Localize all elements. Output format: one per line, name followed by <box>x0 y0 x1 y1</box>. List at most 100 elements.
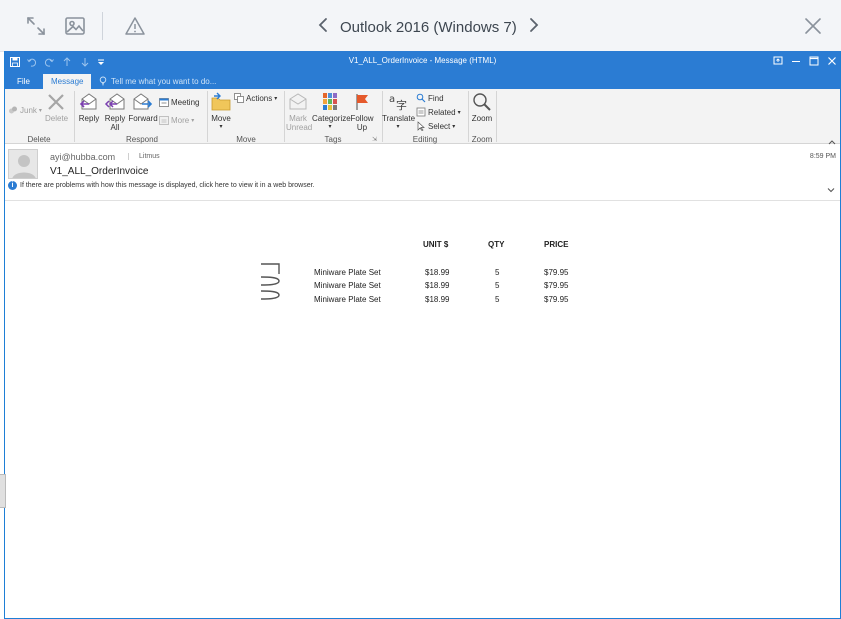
svg-text:a: a <box>389 94 395 105</box>
actions-dropdown-icon: ▾ <box>274 95 278 102</box>
side-panel-handle[interactable] <box>0 474 6 508</box>
related-button[interactable]: Related ▾ <box>416 107 461 117</box>
window-close-icon[interactable] <box>825 54 839 68</box>
client-selector: Outlook 2016 (Windows 7) <box>318 14 539 40</box>
reply-all-button[interactable]: Reply All <box>103 92 127 132</box>
folder-move-icon <box>211 92 231 111</box>
broken-image-icon <box>259 262 283 274</box>
sender-address[interactable]: ayi@hubba.com <box>50 152 115 162</box>
find-label: Find <box>428 93 444 103</box>
actions-button[interactable]: Actions ▾ <box>234 93 277 103</box>
related-dropdown-icon: ▾ <box>457 109 461 116</box>
mark-unread-button[interactable]: Mark Unread <box>286 92 313 132</box>
infobar-view-in-browser[interactable]: i If there are problems with how this me… <box>8 181 315 190</box>
ribbon-display-options-icon[interactable] <box>771 54 785 68</box>
tab-file[interactable]: File <box>9 74 38 89</box>
forward-button[interactable]: Forward <box>128 92 158 123</box>
tell-me-search[interactable]: Tell me what you want to do... <box>99 76 216 86</box>
tags-dialog-launcher-icon[interactable]: ⇲ <box>372 136 377 143</box>
more-dropdown-icon: ▾ <box>191 117 195 124</box>
maximize-icon[interactable] <box>807 54 821 68</box>
outlook-window: V1_ALL_OrderInvoice - Message (HTML) Fil… <box>4 51 841 619</box>
meeting-label: Meeting <box>171 97 200 107</box>
group-label-respond: Respond <box>125 135 159 144</box>
item-qty: 5 <box>495 281 500 290</box>
junk-dropdown-icon: ▾ <box>38 107 42 114</box>
item-unit-price: $18.99 <box>425 268 450 277</box>
reply-all-icon <box>104 93 125 110</box>
header-qty: QTY <box>488 240 505 249</box>
related-label: Related <box>428 107 456 117</box>
toolbar-divider <box>102 12 103 40</box>
reply-all-label-line1: Reply <box>104 114 126 123</box>
categorize-dropdown-icon: ▾ <box>328 124 332 130</box>
item-qty: 5 <box>495 268 500 277</box>
client-title: Outlook 2016 (Windows 7) <box>340 18 517 36</box>
zoom-label: Zoom <box>471 114 493 123</box>
cursor-select-icon <box>417 121 425 131</box>
group-separator <box>74 91 75 142</box>
reply-button[interactable]: Reply <box>77 92 101 123</box>
related-icon <box>416 107 426 117</box>
ribbon-tabs: File Message Tell me what you want to do… <box>5 72 840 89</box>
translate-button[interactable]: a字 Translate ▾ <box>382 92 416 132</box>
meeting-icon <box>159 98 169 107</box>
binoculars-icon <box>416 93 426 103</box>
expand-header-icon[interactable] <box>826 182 836 193</box>
zoom-button[interactable]: Zoom <box>468 92 496 123</box>
ribbon: Junk ▾ Delete Delete Reply Reply All For… <box>5 89 840 145</box>
translate-label: Translate <box>382 114 416 123</box>
recipient[interactable]: Litmus <box>128 153 160 160</box>
group-separator <box>496 91 497 142</box>
header-price: PRICE <box>544 240 569 249</box>
window-titlebar: V1_ALL_OrderInvoice - Message (HTML) <box>5 51 840 72</box>
select-dropdown-icon: ▾ <box>452 123 456 130</box>
mark-unread-label-line2: Unread <box>286 123 313 132</box>
more-respond-button[interactable]: More ▾ <box>159 115 194 125</box>
received-time: 8:59 PM <box>809 153 836 160</box>
header-unit-price: UNIT $ <box>423 240 449 249</box>
more-icon <box>159 116 169 125</box>
follow-up-button[interactable]: Follow Up <box>349 92 375 132</box>
infobar-text: If there are problems with how this mess… <box>20 182 315 189</box>
item-unit-price: $18.99 <box>425 281 450 290</box>
junk-icon <box>9 106 17 114</box>
person-icon <box>12 155 36 178</box>
follow-up-label-line1: Follow <box>350 114 374 123</box>
delete-button[interactable]: Delete <box>45 92 68 123</box>
item-price: $79.95 <box>544 268 569 277</box>
move-button[interactable]: Move ▾ <box>209 92 233 132</box>
envelope-unread-icon <box>289 93 307 110</box>
info-icon: i <box>8 181 17 190</box>
item-price: $79.95 <box>544 281 569 290</box>
categorize-button[interactable]: Categorize ▾ <box>312 92 351 132</box>
image-icon[interactable] <box>63 14 87 38</box>
mark-unread-label-line1: Mark <box>289 114 307 123</box>
close-icon[interactable] <box>801 14 825 38</box>
tab-message[interactable]: Message <box>43 74 92 89</box>
select-button[interactable]: Select ▾ <box>416 121 455 131</box>
next-chevron-icon[interactable] <box>529 17 539 38</box>
meeting-button[interactable]: Meeting <box>159 97 199 107</box>
broken-image-icon <box>259 274 283 286</box>
item-price: $79.95 <box>544 295 569 304</box>
translate-icon: a字 <box>389 94 407 112</box>
minimize-icon[interactable] <box>789 54 803 68</box>
prev-chevron-icon[interactable] <box>318 17 328 38</box>
item-unit-price: $18.99 <box>425 295 450 304</box>
junk-button[interactable]: Junk ▾ <box>8 105 42 115</box>
group-label-delete: Delete <box>27 135 51 144</box>
translate-dropdown-icon: ▾ <box>396 124 400 130</box>
item-name: Miniware Plate Set <box>314 268 381 277</box>
follow-up-label-line2: Up <box>356 123 368 132</box>
find-button[interactable]: Find <box>416 93 444 103</box>
warning-icon[interactable] <box>123 14 147 38</box>
message-body: UNIT $ QTY PRICE Miniware Plate Set $18.… <box>5 202 840 618</box>
magnifier-icon <box>473 93 491 111</box>
reply-all-label-line2: All <box>110 123 120 132</box>
junk-label: Junk <box>20 105 37 115</box>
expand-icon[interactable] <box>24 14 48 38</box>
group-label-zoom: Zoom <box>471 135 493 144</box>
lightbulb-icon <box>99 76 107 86</box>
select-label: Select <box>428 121 451 131</box>
